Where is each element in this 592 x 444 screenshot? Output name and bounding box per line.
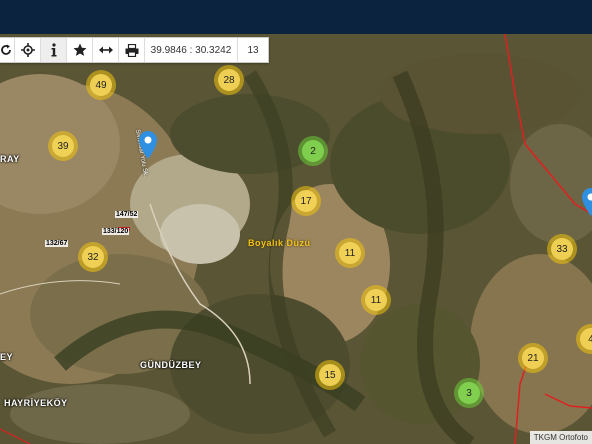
place-label-ray: RAY — [0, 154, 20, 164]
map-cluster-marker[interactable]: 33 — [547, 234, 577, 264]
print-icon — [125, 43, 138, 57]
map-toolbar: 39.9846 : 30.3242 13 — [0, 37, 269, 63]
app-header-bar — [0, 0, 592, 34]
map-cluster-marker[interactable]: 17 — [291, 186, 321, 216]
place-label-ey: EY — [0, 352, 14, 362]
locate-icon — [20, 43, 35, 57]
map-cluster-marker[interactable]: 32 — [78, 242, 108, 272]
location-pin-icon[interactable] — [582, 188, 592, 216]
map-cluster-marker[interactable]: 11 — [335, 238, 365, 268]
map-canvas[interactable]: RAY Boyalık Düzü GÜNDÜZBEY HAYRİYEKÖY EY… — [0, 34, 592, 444]
measure-icon — [98, 46, 113, 54]
place-label-hayriyekoy: HAYRİYEKÖY — [4, 398, 68, 408]
locate-button[interactable] — [15, 38, 41, 62]
map-cluster-marker[interactable]: 49 — [86, 70, 116, 100]
parcel-label: 147/52 — [115, 211, 139, 218]
info-icon — [51, 43, 56, 57]
map-cluster-marker[interactable]: 3 — [454, 378, 484, 408]
map-cluster-marker[interactable]: 2 — [298, 136, 328, 166]
place-label-boyalik-duzu: Boyalık Düzü — [248, 238, 311, 248]
map-cluster-marker[interactable]: 39 — [48, 131, 78, 161]
zoom-level: 13 — [247, 44, 259, 56]
coordinate-readout: 39.9846 : 30.3242 — [145, 38, 238, 62]
map-cluster-marker[interactable]: 15 — [315, 360, 345, 390]
star-icon — [73, 43, 86, 56]
measure-button[interactable] — [93, 38, 119, 62]
map-cluster-marker[interactable]: 11 — [361, 285, 391, 315]
map-cluster-marker[interactable]: 28 — [214, 65, 244, 95]
place-label-gunduzbey: GÜNDÜZBEY — [140, 360, 202, 370]
parcel-label: 133/120 — [102, 228, 130, 235]
map-attribution: TKGM Ortofoto — [529, 431, 592, 444]
info-button[interactable] — [41, 38, 67, 62]
location-pin-icon[interactable] — [139, 131, 157, 159]
favorites-button[interactable] — [67, 38, 93, 62]
map-cluster-marker[interactable]: 21 — [518, 343, 548, 373]
print-button[interactable] — [119, 38, 145, 62]
refresh-button[interactable] — [0, 38, 15, 62]
refresh-icon — [1, 44, 11, 55]
parcel-label: 132/67 — [45, 240, 69, 247]
